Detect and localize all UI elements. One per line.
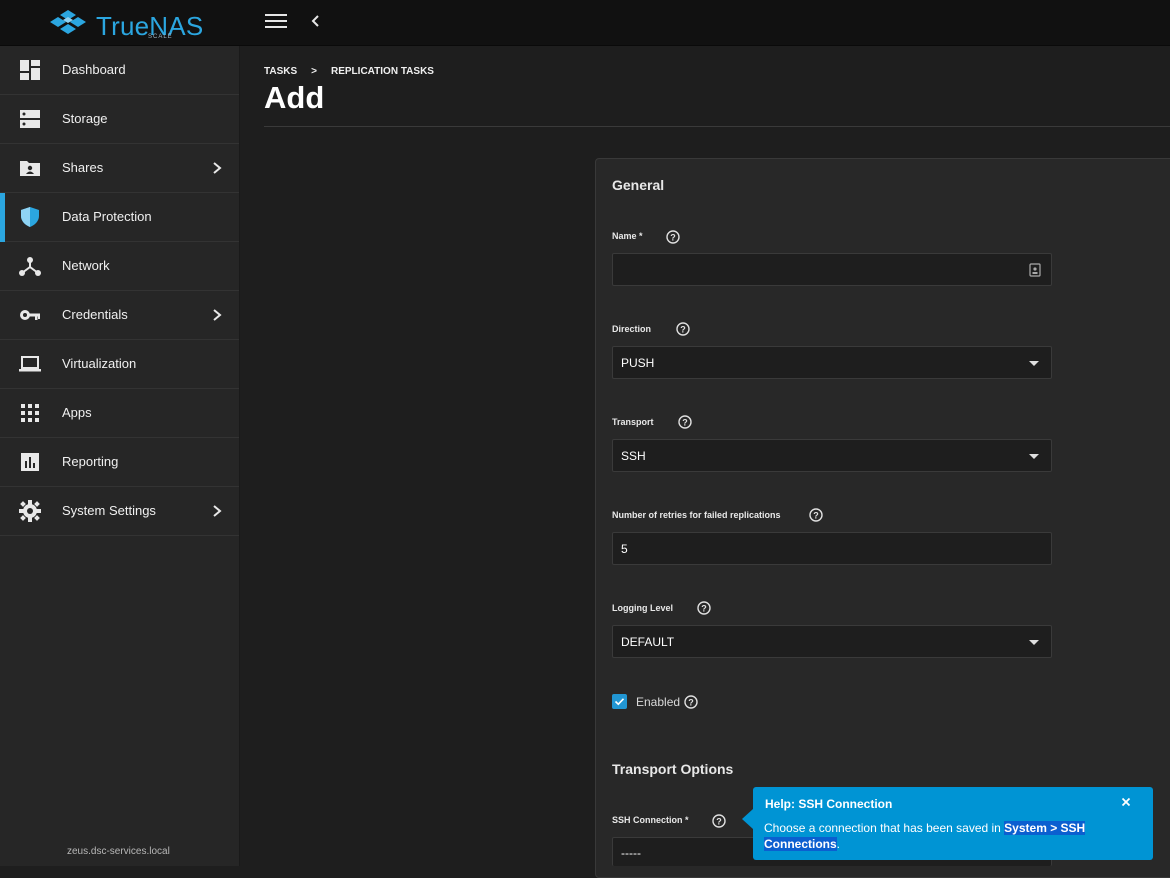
reporting-icon [21, 453, 39, 471]
sidebar-item-reporting[interactable]: Reporting [0, 438, 239, 487]
help-icon[interactable]: ? [676, 322, 690, 336]
breadcrumb-tasks[interactable]: TASKS [264, 66, 297, 77]
sidebar-item-label: Reporting [62, 454, 119, 469]
ssh-connection-value: ----- [621, 846, 641, 860]
sidebar-item-label: Data Protection [62, 209, 152, 224]
sidebar-item-network[interactable]: Network [0, 242, 239, 291]
tooltip-body: Choose a connection that has been saved … [764, 820, 1134, 852]
sidebar-item-system-settings[interactable]: System Settings [0, 487, 239, 536]
sidebar-item-dashboard[interactable]: Dashboard [0, 46, 239, 95]
breadcrumb-separator: > [311, 66, 317, 77]
section-title-general: General [612, 177, 665, 193]
svg-text:?: ? [682, 418, 688, 428]
help-icon[interactable]: ? [684, 695, 698, 709]
page-title: Add [264, 80, 325, 115]
sidebar-item-label: System Settings [62, 503, 156, 518]
name-label: Name * [612, 231, 643, 241]
dropdown-arrow-icon [1029, 640, 1039, 645]
gear-icon [19, 500, 41, 522]
checkmark-icon [614, 698, 625, 706]
retries-value: 5 [621, 542, 628, 556]
help-icon[interactable]: ? [678, 415, 692, 429]
help-icon[interactable]: ? [666, 230, 680, 244]
sidebar-item-data-protection[interactable]: Data Protection [0, 193, 239, 242]
sidebar-item-label: Credentials [62, 307, 128, 322]
direction-select[interactable]: PUSH [612, 346, 1052, 379]
section-title-transport-options: Transport Options [612, 761, 734, 777]
collapse-sidebar-button[interactable] [309, 11, 321, 37]
sidebar: Dashboard Storage Shares Data Protection… [0, 46, 240, 866]
tooltip-body-text: Choose a connection that has been saved … [764, 821, 1005, 835]
svg-text:?: ? [688, 698, 694, 708]
sidebar-item-label: Shares [62, 160, 104, 175]
help-icon[interactable]: ? [697, 601, 711, 615]
retries-input[interactable]: 5 [612, 532, 1052, 565]
sidebar-item-shares[interactable]: Shares [0, 144, 239, 193]
sidebar-item-label: Apps [62, 405, 92, 420]
logging-level-label: Logging Level [612, 603, 674, 613]
shares-icon [20, 161, 40, 176]
sidebar-item-storage[interactable]: Storage [0, 95, 239, 144]
direction-label: Direction [612, 324, 652, 334]
sidebar-item-label: Virtualization [62, 356, 137, 371]
hostname-label: zeus.dsc-services.local [67, 846, 170, 857]
laptop-icon [19, 356, 41, 372]
logging-level-value: DEFAULT [621, 635, 675, 649]
network-icon [19, 257, 41, 276]
sidebar-item-label: Dashboard [62, 62, 126, 77]
truenas-logo[interactable]: TrueNAS SCALE [46, 6, 203, 41]
logging-level-select[interactable]: DEFAULT [612, 625, 1052, 658]
svg-text:?: ? [701, 604, 707, 614]
sidebar-item-label: Storage [62, 111, 108, 126]
direction-value: PUSH [621, 356, 655, 370]
close-icon[interactable] [1121, 794, 1131, 810]
enabled-label: Enabled [636, 695, 681, 709]
svg-text:?: ? [680, 325, 686, 335]
apps-grid-icon [21, 404, 39, 422]
divider [264, 126, 1170, 127]
key-icon [20, 310, 40, 320]
svg-text:?: ? [670, 233, 676, 243]
chevron-right-icon [213, 505, 222, 517]
top-bar: TrueNAS SCALE [0, 0, 1170, 46]
dropdown-arrow-icon [1029, 361, 1039, 366]
sidebar-item-virtualization[interactable]: Virtualization [0, 340, 239, 389]
transport-value: SSH [621, 449, 646, 463]
breadcrumb: TASKS > REPLICATION TASKS [264, 66, 434, 77]
chevron-right-icon [213, 162, 222, 174]
chevron-right-icon [213, 309, 222, 321]
storage-icon [20, 110, 40, 128]
retries-label: Number of retries for failed replication… [612, 510, 781, 520]
dashboard-icon [20, 60, 40, 80]
tooltip-body-suffix: . [836, 837, 841, 851]
tooltip-highlight: Connections [764, 837, 837, 851]
help-tooltip: Help: SSH Connection Choose a connection… [742, 787, 1153, 860]
shield-icon [21, 207, 39, 227]
transport-select[interactable]: SSH [612, 439, 1052, 472]
tooltip-title: Help: SSH Connection [765, 797, 893, 811]
tooltip-highlight: System > SSH [1004, 821, 1086, 835]
help-icon[interactable]: ? [712, 814, 726, 828]
sidebar-item-label: Network [62, 258, 110, 273]
edition-label: SCALE [148, 34, 173, 40]
svg-text:?: ? [813, 511, 819, 521]
sidebar-item-apps[interactable]: Apps [0, 389, 239, 438]
dropdown-arrow-icon [1029, 454, 1039, 459]
menu-toggle-button[interactable] [265, 14, 287, 32]
contact-card-icon [1029, 263, 1041, 277]
name-input[interactable] [612, 253, 1052, 286]
enabled-checkbox[interactable] [612, 694, 627, 709]
chevron-left-icon [311, 15, 319, 27]
breadcrumb-replication-tasks[interactable]: REPLICATION TASKS [331, 66, 434, 77]
help-icon[interactable]: ? [809, 508, 823, 522]
sidebar-item-credentials[interactable]: Credentials [0, 291, 239, 340]
ssh-connection-label: SSH Connection * [612, 815, 689, 825]
svg-text:?: ? [716, 817, 722, 827]
truenas-logo-icon [50, 10, 86, 34]
transport-label: Transport [612, 417, 654, 427]
